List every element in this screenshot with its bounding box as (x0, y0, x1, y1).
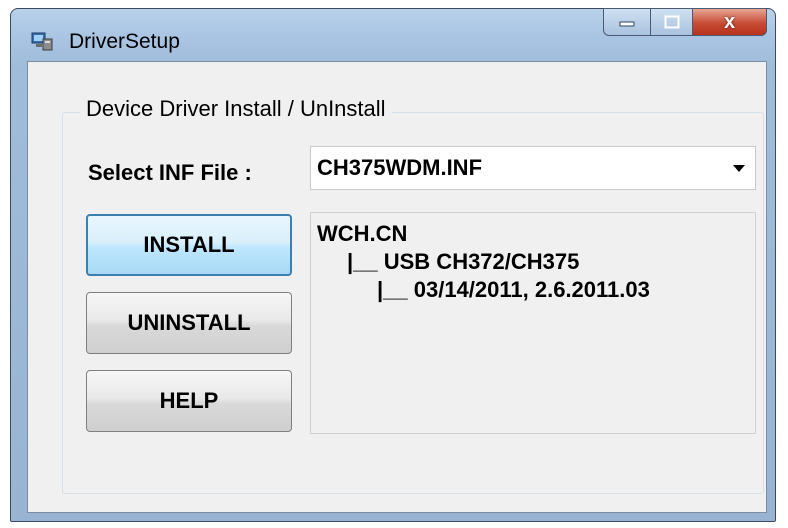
help-button[interactable]: HELP (86, 370, 292, 432)
dropdown-arrow-icon[interactable] (733, 165, 745, 172)
groupbox-title: Device Driver Install / UnInstall (80, 96, 392, 122)
info-line-vendor: WCH.CN (317, 221, 408, 246)
close-button[interactable]: x (693, 8, 767, 36)
select-inf-label: Select INF File : (88, 160, 252, 185)
maximize-button[interactable] (651, 8, 693, 36)
window-title: DriverSetup (69, 30, 180, 53)
close-icon: x (723, 10, 736, 33)
computer-setup-icon (31, 32, 53, 51)
driver-info-panel: WCH.CN |__ USB CH372/CH375 |__ 03/14/201… (310, 212, 756, 434)
uninstall-button[interactable]: UNINSTALL (86, 292, 292, 354)
info-line-version: |__ 03/14/2011, 2.6.2011.03 (377, 277, 650, 302)
minimize-button[interactable] (603, 8, 651, 36)
dialog-client-area: Device Driver Install / UnInstall Select… (27, 61, 767, 513)
install-button[interactable]: INSTALL (86, 214, 292, 276)
driver-setup-window: DriverSetup x Device Driver Install / Un… (10, 8, 776, 522)
maximize-icon (664, 15, 679, 29)
title-bar[interactable]: DriverSetup x (11, 8, 775, 57)
caption-buttons: x (603, 8, 767, 38)
minimize-icon (619, 21, 635, 27)
inf-file-value: CH375WDM.INF (317, 155, 483, 180)
info-line-device: |__ USB CH372/CH375 (347, 249, 580, 274)
inf-file-select[interactable]: CH375WDM.INF (310, 146, 756, 190)
